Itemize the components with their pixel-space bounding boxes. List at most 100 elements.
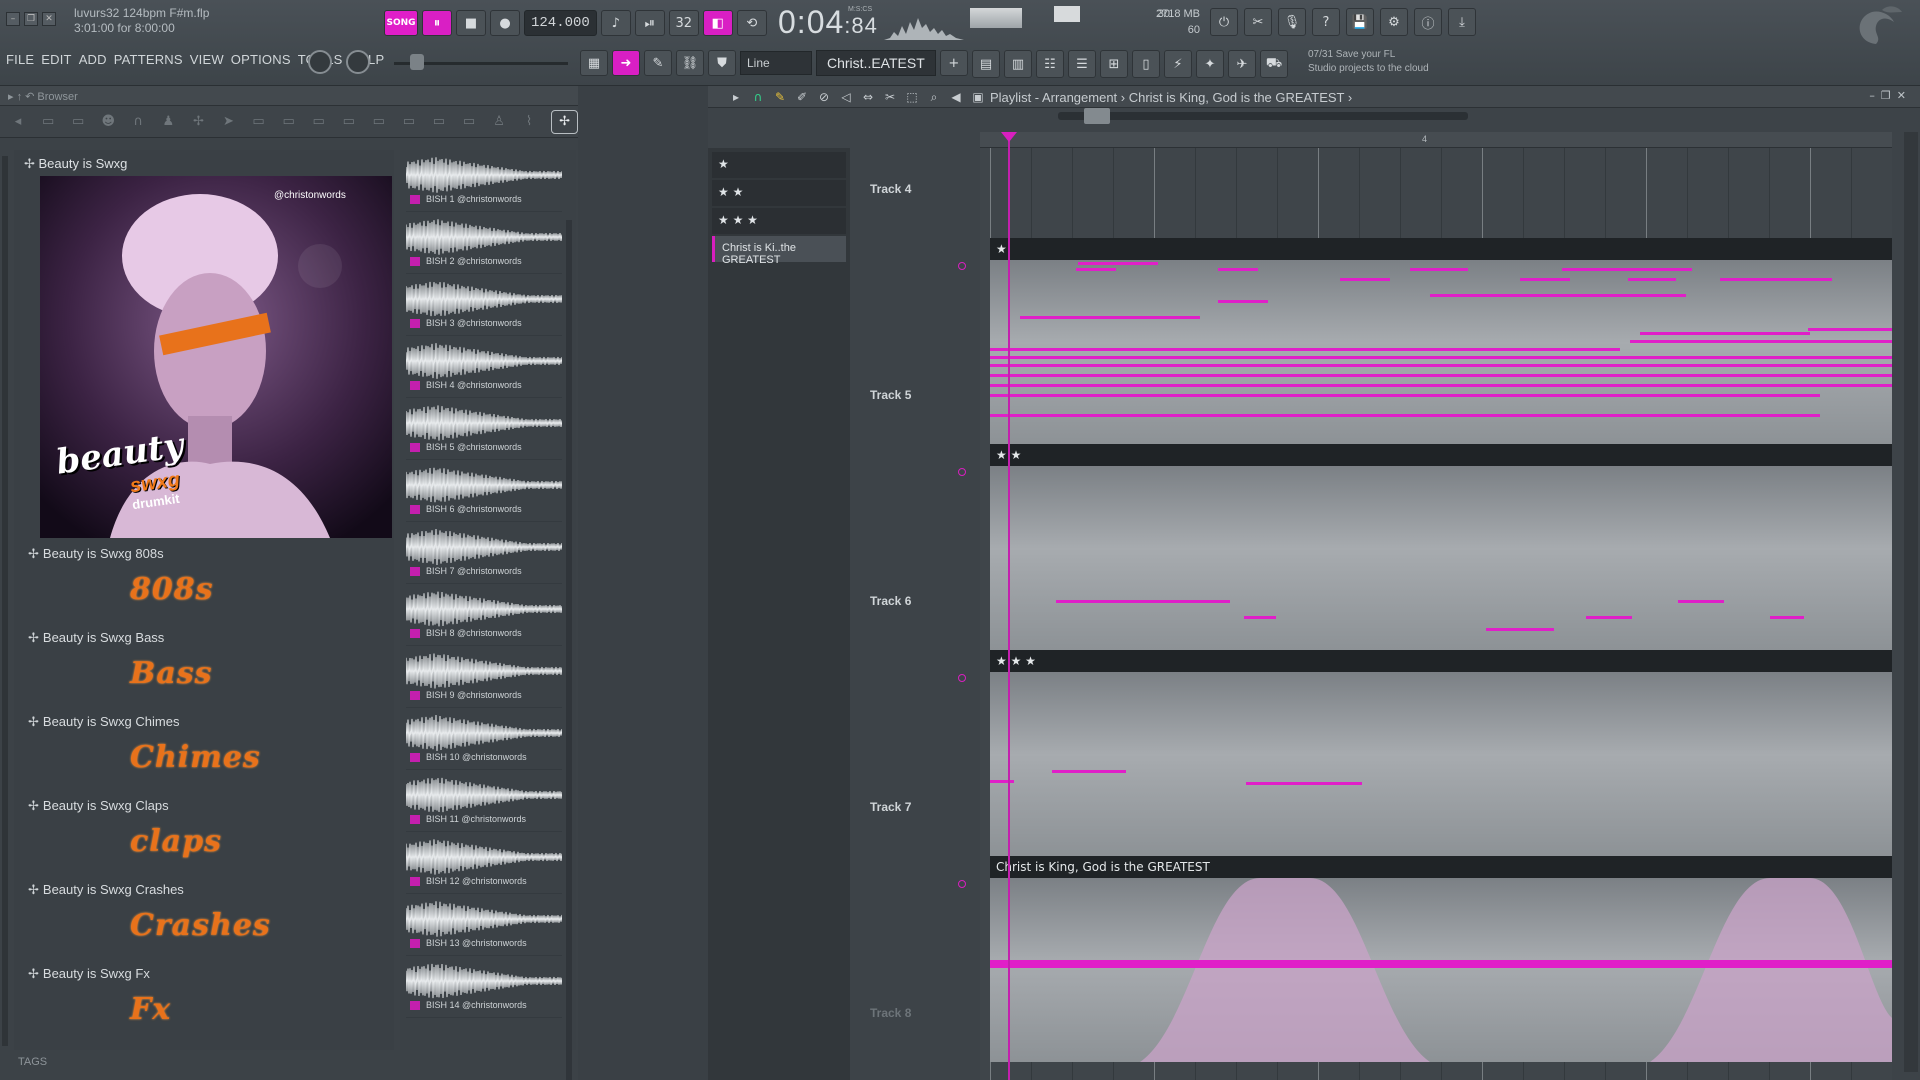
minimize-icon[interactable]: – [6,12,20,26]
help-icon[interactable]: ? [1312,8,1340,36]
link-icon[interactable]: ⛓ [676,50,704,76]
channel-rack-icon[interactable]: ▥ [1004,50,1032,78]
menu-view[interactable]: VIEW [190,52,224,67]
paint-icon[interactable]: ✐ [794,89,810,105]
sample-item[interactable]: BISH 13 @christonwords [406,898,562,956]
folder-icon-7[interactable]: ▭ [401,114,417,130]
sample-item[interactable]: BISH 2 @christonwords [406,216,562,274]
slice-icon[interactable]: ✂ [882,89,898,105]
mute-icon[interactable]: ◁ [838,89,854,105]
pattern-clip[interactable]: ★ ★ ★ [990,650,1892,856]
mixer-icon[interactable]: ☰ [1068,50,1096,78]
pattern-clip[interactable]: ★ [990,238,1892,444]
plugin-icon[interactable]: ⚙ [1380,8,1408,36]
browser-scrollbar[interactable] [2,156,8,1046]
master-pitch-knob[interactable] [346,50,370,74]
pattern-item-selected[interactable]: Christ is Ki..the GREATEST [712,236,846,266]
menu-options[interactable]: OPTIONS [231,52,291,67]
sample-item[interactable]: BISH 5 @christonwords [406,402,562,460]
folder-icon-3[interactable]: ▭ [281,114,297,130]
all-icon[interactable]: ✢ [551,109,579,134]
arrangement-grid[interactable]: 4 ★ ★ ★ ★ ★ ★ Christ is King, God is the… [980,132,1892,1080]
track-header[interactable]: Track 5 [870,388,970,402]
song-mode-button[interactable]: SONG [384,10,418,36]
tempo-display[interactable]: 124.000 [524,10,597,36]
sample-item[interactable]: BISH 1 @christonwords [406,154,562,212]
brush-icon[interactable]: ✎ [644,50,672,76]
folder-icon-4[interactable]: ▭ [311,114,327,130]
sample-item[interactable]: BISH 3 @christonwords [406,278,562,336]
pattern-icon[interactable]: ▣ [970,89,986,105]
browser-arrow-icon[interactable]: ▸ ↑ ↶ [8,91,37,103]
countdown-icon[interactable]: 32 [668,10,699,36]
playlist-view-icon[interactable]: ▤ [972,50,1000,78]
piano-roll-icon[interactable]: ▦ [580,50,608,76]
sample-item[interactable]: BISH 7 @christonwords [406,526,562,584]
track-record-dot[interactable] [958,468,966,476]
metronome-icon[interactable]: ♪ [600,10,631,36]
zoom-icon[interactable]: ⌕ [926,89,942,105]
sample-item[interactable]: BISH 10 @christonwords [406,712,562,770]
snap-select[interactable]: Line [740,51,812,75]
sample-item[interactable]: BISH 11 @christonwords [406,774,562,832]
tools-icon[interactable]: ✂ [1244,8,1272,36]
fl-fruit-logo-icon[interactable] [1846,4,1906,48]
save-icon[interactable]: 💾 [1346,8,1374,36]
slip-icon[interactable]: ⇔ [860,89,876,105]
menu-edit[interactable]: EDIT [41,52,71,67]
person-icon[interactable]: ♙ [491,114,507,130]
play-icon[interactable]: ▸ [728,89,744,105]
wait-input-icon[interactable]: ⏯ [634,10,665,36]
folder-icon[interactable]: ▭ [40,114,56,130]
sample-scrollbar[interactable] [566,220,572,1080]
pen-icon[interactable]: ⌇ [521,114,537,130]
mic-icon[interactable]: 🎙 [1278,8,1306,36]
restore-icon[interactable]: ❐ [24,12,38,26]
loop-record-icon[interactable]: ⟲ [736,10,767,36]
time-ruler[interactable]: 4 [980,132,1892,148]
download-icon[interactable]: ⤓ [1448,8,1476,36]
send-icon[interactable]: ➤ [220,114,236,130]
left-icon[interactable]: ◂ [10,114,26,130]
menu-add[interactable]: ADD [79,52,107,67]
select-icon[interactable]: ⬚ [904,89,920,105]
record-button[interactable]: ● [490,10,520,36]
folder-icon-5[interactable]: ▭ [341,114,357,130]
folder-chimes[interactable]: ✢ Beauty is Swxg Chimes [28,714,179,730]
headphones-icon[interactable]: ∩ [130,114,146,130]
stamp-icon[interactable]: ⛊ [708,50,736,76]
sample-item[interactable]: BISH 9 @christonwords [406,650,562,708]
master-slider-thumb[interactable] [410,54,424,70]
scroll-thumb[interactable] [1084,108,1110,124]
play-button[interactable]: ⏸ [422,10,452,36]
sample-item[interactable]: BISH 12 @christonwords [406,836,562,894]
movie-icon[interactable]: ✈ [1228,50,1256,78]
folder-bass[interactable]: ✢ Beauty is Swxg Bass [28,630,164,646]
folder-icon-9[interactable]: ▭ [461,114,477,130]
folder-claps[interactable]: ✢ Beauty is Swxg Claps [28,798,169,814]
pattern-item[interactable]: ★ ★ ★ [712,208,846,234]
track-header[interactable]: Track 6 [870,594,970,608]
sample-item[interactable]: BISH 8 @christonwords [406,588,562,646]
close-icon[interactable]: ✕ [42,12,56,26]
pattern-item[interactable]: ★ [712,152,846,178]
stop-button[interactable]: ■ [456,10,486,36]
plus-icon[interactable]: ✢ [190,114,206,130]
track-record-dot[interactable] [958,262,966,270]
master-volume-knob[interactable] [308,50,332,74]
pattern-clip[interactable]: ★ ★ [990,444,1892,650]
folder-icon-6[interactable]: ▭ [371,114,387,130]
track-record-dot[interactable] [958,880,966,888]
folder-crashes[interactable]: ✢ Beauty is Swxg Crashes [28,882,184,898]
pattern-item[interactable]: ★ ★ [712,180,846,206]
file-icon[interactable]: ▯ [1132,50,1160,78]
playhead-marker-icon[interactable] [1001,132,1017,142]
folder-fx[interactable]: ✢ Beauty is Swxg Fx [28,966,150,982]
step-sequencer-icon[interactable]: ☷ [1036,50,1064,78]
tags-label[interactable]: TAGS [18,1056,47,1068]
playhead[interactable] [1008,132,1010,1080]
track-header[interactable]: Track 4 [870,182,970,196]
step-edit-icon[interactable]: ◧ [702,10,733,36]
folder-icon-2[interactable]: ▭ [251,114,267,130]
automation-clip[interactable]: Christ is King, God is the GREATEST [990,856,1892,1062]
